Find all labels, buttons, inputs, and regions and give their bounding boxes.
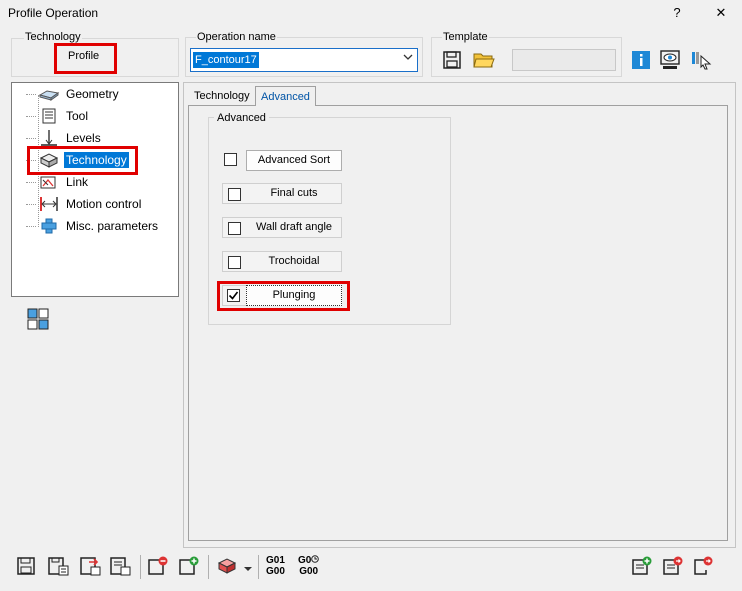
link-icon [40, 176, 56, 189]
advanced-sort-button[interactable]: Advanced Sort [246, 150, 342, 171]
add-remove-icon[interactable] [147, 556, 169, 579]
geometry-icon [38, 90, 60, 101]
template-label: Template [442, 31, 489, 43]
final-cuts-button[interactable]: Final cuts [246, 183, 342, 204]
clock-icon [311, 555, 320, 563]
wall-draft-angle-checkbox[interactable] [228, 222, 241, 235]
exit-icon[interactable] [692, 556, 714, 579]
levels-icon [41, 130, 57, 146]
technology-group-label: Technology [24, 31, 82, 43]
simulation-icon[interactable] [216, 556, 238, 579]
help-button[interactable]: ? [666, 3, 688, 23]
advanced-sort-checkbox[interactable] [224, 153, 237, 166]
add-operation-icon[interactable] [631, 556, 653, 579]
g0-clock-button[interactable]: G0 G00 [298, 555, 320, 577]
add-new-icon[interactable] [178, 556, 200, 579]
trochoidal-checkbox[interactable] [228, 256, 241, 269]
save-next-icon[interactable] [662, 556, 684, 579]
tree-item-link[interactable]: Link [14, 172, 90, 192]
save-list-icon[interactable] [109, 556, 131, 579]
tool-icon [42, 108, 56, 124]
trochoidal-button[interactable]: Trochoidal [246, 251, 342, 272]
wall-draft-angle-button[interactable]: Wall draft angle [246, 217, 342, 238]
tree-item-misc-parameters[interactable]: Misc. parameters [14, 216, 160, 236]
close-button[interactable]: ✕ [710, 3, 732, 23]
operation-name-combo[interactable]: F_contour17 [190, 48, 418, 72]
profile-highlight [54, 43, 117, 74]
title-bar: Profile Operation ? ✕ [0, 0, 742, 26]
tab-advanced[interactable]: Advanced [255, 86, 316, 106]
final-cuts-checkbox[interactable] [228, 188, 241, 201]
operation-name-label: Operation name [196, 31, 277, 43]
view-icon[interactable] [659, 49, 681, 74]
plunging-highlight [217, 281, 350, 311]
technology-highlight [27, 146, 138, 175]
tree-item-geometry[interactable]: Geometry [14, 84, 121, 104]
save-calculate-icon[interactable] [47, 556, 69, 579]
operation-name-value: F_contour17 [193, 52, 259, 68]
motion-control-icon [40, 197, 58, 211]
pointer-tool-icon[interactable] [690, 50, 712, 73]
template-field[interactable] [512, 49, 616, 71]
simulation-dropdown-icon[interactable] [244, 562, 252, 576]
chevron-down-icon[interactable] [403, 52, 413, 65]
open-folder-icon[interactable] [473, 50, 495, 73]
save-export-icon[interactable] [79, 556, 101, 579]
window-title: Profile Operation [8, 6, 99, 20]
tree-item-motion-control[interactable]: Motion control [14, 194, 143, 214]
tree-item-levels[interactable]: Levels [14, 128, 103, 148]
advanced-group-label: Advanced [214, 112, 269, 124]
tree-item-tool[interactable]: Tool [14, 106, 90, 126]
misc-parameters-icon [41, 218, 57, 234]
tab-technology[interactable]: Technology [189, 86, 255, 106]
layout-grid-icon[interactable] [27, 308, 49, 333]
save-icon[interactable] [16, 556, 36, 579]
save-template-icon[interactable] [443, 51, 461, 72]
g01-g00-button[interactable]: G01 G00 [266, 555, 285, 577]
info-icon[interactable] [631, 50, 651, 73]
